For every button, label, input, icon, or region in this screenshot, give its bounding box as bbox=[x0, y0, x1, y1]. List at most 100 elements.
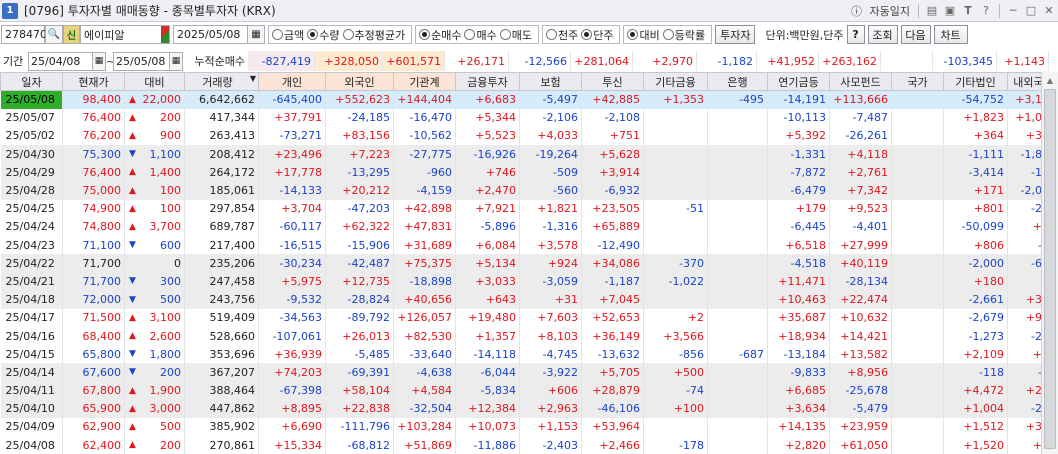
arrow-down-icon: ▼ bbox=[129, 294, 136, 305]
radio-circle[interactable] bbox=[342, 29, 354, 40]
radio-change[interactable]: 대비 bbox=[627, 27, 660, 43]
radio-circle[interactable] bbox=[662, 29, 674, 40]
minimize-icon[interactable]: ─ bbox=[1004, 2, 1022, 20]
radio-buy[interactable]: 매수 bbox=[464, 27, 497, 43]
table-row[interactable]: 25/04/10 65,900 ▲ 3,000 447,862 +8,895 +22,838… bbox=[0, 399, 1058, 418]
column-header[interactable]: 기관계 bbox=[393, 72, 456, 91]
radio-circle[interactable] bbox=[307, 29, 319, 40]
radio-avg-price[interactable]: 추정평균가 bbox=[342, 27, 405, 43]
help-button[interactable]: ? bbox=[846, 25, 865, 44]
font-size-icon[interactable]: T bbox=[959, 2, 977, 20]
radio-change-rate[interactable]: 등락률 bbox=[662, 27, 705, 43]
change-cell: ▼ 300 bbox=[124, 272, 185, 291]
layout-icon[interactable]: ▤ bbox=[923, 2, 941, 20]
period-to-input[interactable]: 25/05/08 bbox=[113, 51, 169, 71]
radio-circle[interactable] bbox=[419, 29, 431, 40]
info-icon[interactable]: ⓘ bbox=[848, 2, 866, 20]
radio-circle[interactable] bbox=[272, 29, 283, 40]
table-cell: -18,898 bbox=[393, 272, 456, 291]
table-cell: +20,212 bbox=[325, 181, 394, 200]
radio-quantity[interactable]: 수량 bbox=[307, 27, 340, 43]
table-row[interactable]: 25/04/24 74,800 ▲ 3,700 689,787 -60,117 +62,32… bbox=[0, 217, 1058, 236]
column-header[interactable]: 보험 bbox=[519, 72, 582, 91]
window-link-icon[interactable]: ▣ bbox=[941, 2, 959, 20]
table-row[interactable]: 25/05/07 76,400 ▲ 200 417,344 +37,791 -24,185-… bbox=[0, 108, 1058, 127]
chart-button[interactable]: 차트 bbox=[933, 25, 968, 44]
radio-net-buy[interactable]: 순매수 bbox=[419, 27, 461, 43]
help-icon[interactable]: ? bbox=[977, 2, 995, 20]
column-header[interactable]: 연기금등 bbox=[767, 72, 830, 91]
table-row[interactable]: 25/04/08 62,400 ▲ 200 270,861 +15,334 -68,812 +… bbox=[0, 436, 1058, 454]
column-header[interactable]: 외국인 bbox=[325, 72, 394, 91]
table-cell: +52,653 bbox=[581, 308, 644, 327]
table-row[interactable]: 25/04/17 71,500 ▲ 3,100 519,409 -34,563 -89,79… bbox=[0, 308, 1058, 327]
scroll-up-icon[interactable]: ▲ bbox=[1042, 72, 1058, 89]
table-row[interactable]: 25/04/14 67,600 ▼ 200 367,207 +74,203 -69,391-… bbox=[0, 363, 1058, 382]
table-row[interactable]: 25/04/11 67,800 ▲ 1,900 388,464 -67,398 +58,10… bbox=[0, 381, 1058, 400]
table-row[interactable]: 25/04/18 72,000 ▼ 500 243,756 -9,532 -28,824 +4… bbox=[0, 290, 1058, 309]
calendar-icon[interactable]: ▦ bbox=[92, 51, 106, 71]
table-cell: +82,530 bbox=[393, 326, 456, 346]
vertical-scrollbar[interactable]: ▲ bbox=[1041, 72, 1058, 454]
column-header[interactable]: 기타법인 bbox=[943, 72, 1008, 91]
table-cell: -89,792 bbox=[325, 308, 394, 327]
column-header[interactable]: 국가 bbox=[891, 72, 944, 91]
column-header[interactable]: 대비 bbox=[124, 72, 185, 91]
column-header[interactable]: 거래량 ▼ bbox=[184, 72, 259, 91]
column-header[interactable]: 은행 bbox=[707, 72, 768, 91]
column-header[interactable]: 금융투자 bbox=[455, 72, 520, 91]
table-cell: 263,413 bbox=[184, 126, 259, 146]
sort-dropdown-icon[interactable]: ▼ bbox=[250, 74, 256, 83]
radio-circle[interactable] bbox=[627, 29, 639, 40]
radio-circle[interactable] bbox=[499, 29, 511, 40]
stock-name-field[interactable]: 에이피알 bbox=[80, 25, 170, 44]
close-icon[interactable]: ✕ bbox=[1040, 2, 1058, 20]
maximize-icon[interactable]: □ bbox=[1022, 2, 1040, 20]
radio-single-shares[interactable]: 단주 bbox=[581, 27, 613, 43]
arrow-up-icon: ▲ bbox=[129, 440, 136, 451]
share-unit-radio-group: 천주 단주 bbox=[541, 25, 621, 44]
calendar-icon[interactable]: ▦ bbox=[169, 51, 183, 71]
window-number-badge[interactable]: 1 bbox=[2, 2, 18, 19]
table-row[interactable]: 25/04/22 71,700 0 235,206 -30,234 -42,487 +75,… bbox=[0, 254, 1058, 273]
table-row[interactable]: 25/04/29 76,400 ▲ 1,400 264,172 +17,778 -13,29… bbox=[0, 163, 1058, 182]
radio-sell[interactable]: 매도 bbox=[499, 27, 532, 43]
column-header[interactable]: 사모펀드 bbox=[829, 72, 892, 91]
column-header[interactable]: 개인 bbox=[258, 72, 326, 91]
next-button[interactable]: 다음 bbox=[900, 25, 931, 44]
table-row[interactable]: 25/05/02 76,200 ▲ 900 263,413 -73,271 +83,156-… bbox=[0, 126, 1058, 146]
radio-thousand-shares[interactable]: 천주 bbox=[545, 27, 578, 43]
table-cell: -3,922 bbox=[519, 363, 582, 382]
table-row[interactable]: 25/04/21 71,700 ▼ 300 247,458 +5,975 +12,735 -1… bbox=[0, 272, 1058, 291]
arrow-down-icon: ▼ bbox=[129, 149, 136, 160]
table-row[interactable]: 25/04/30 75,300 ▼ 1,100 208,412 +23,496 +7,223… bbox=[0, 145, 1058, 164]
stock-code-input[interactable]: 278470▼ bbox=[1, 25, 52, 44]
table-row[interactable]: 25/05/08 98,400 ▲ 22,000 6,642,662 -645,400 +5… bbox=[0, 90, 1058, 109]
table-row[interactable]: 25/04/09 62,900 ▲ 500 385,902 +6,690 -111,796 +… bbox=[0, 417, 1058, 437]
column-header[interactable]: 현재가 bbox=[62, 72, 125, 91]
radio-circle[interactable] bbox=[545, 29, 557, 40]
table-row[interactable]: 25/04/25 74,900 ▲ 100 297,854 +3,704 -47,203 +4… bbox=[0, 199, 1058, 218]
auto-journal-label[interactable]: 자동일지 bbox=[870, 3, 910, 19]
unit-radio-group: 금액 수량 추정평균가 bbox=[268, 25, 413, 44]
period-from-input[interactable]: 25/04/08 bbox=[28, 51, 92, 71]
column-header[interactable]: 일자 bbox=[0, 72, 63, 91]
table-cell: +9,523 bbox=[829, 199, 892, 218]
table-cell: -13,632 bbox=[581, 345, 644, 364]
calendar-icon[interactable]: ▦ bbox=[247, 25, 265, 44]
radio-amount[interactable]: 금액 bbox=[272, 27, 304, 43]
table-row[interactable]: 25/04/15 65,800 ▼ 1,800 353,696 +36,939 -5,485… bbox=[0, 345, 1058, 364]
search-icon[interactable]: 🔍 bbox=[45, 25, 63, 44]
date-input[interactable]: 2025/05/08 bbox=[173, 25, 247, 44]
table-row[interactable]: 25/04/23 71,100 ▼ 600 217,400 -16,515 -15,906 +… bbox=[0, 236, 1058, 255]
scroll-thumb[interactable] bbox=[1044, 89, 1056, 449]
table-row[interactable]: 25/04/16 68,400 ▲ 2,600 528,660 -107,061 +26,0… bbox=[0, 326, 1058, 346]
column-header[interactable]: 투신 bbox=[581, 72, 644, 91]
investor-button[interactable]: 투자자 bbox=[715, 25, 756, 44]
table-row[interactable]: 25/04/28 75,000 ▲ 100 185,061 -14,133 +20,212-… bbox=[0, 181, 1058, 200]
table-cell bbox=[707, 381, 768, 400]
radio-circle[interactable] bbox=[581, 29, 593, 40]
column-header[interactable]: 기타금융 bbox=[643, 72, 708, 91]
radio-circle[interactable] bbox=[464, 29, 476, 40]
query-button[interactable]: 조회 bbox=[867, 25, 898, 44]
